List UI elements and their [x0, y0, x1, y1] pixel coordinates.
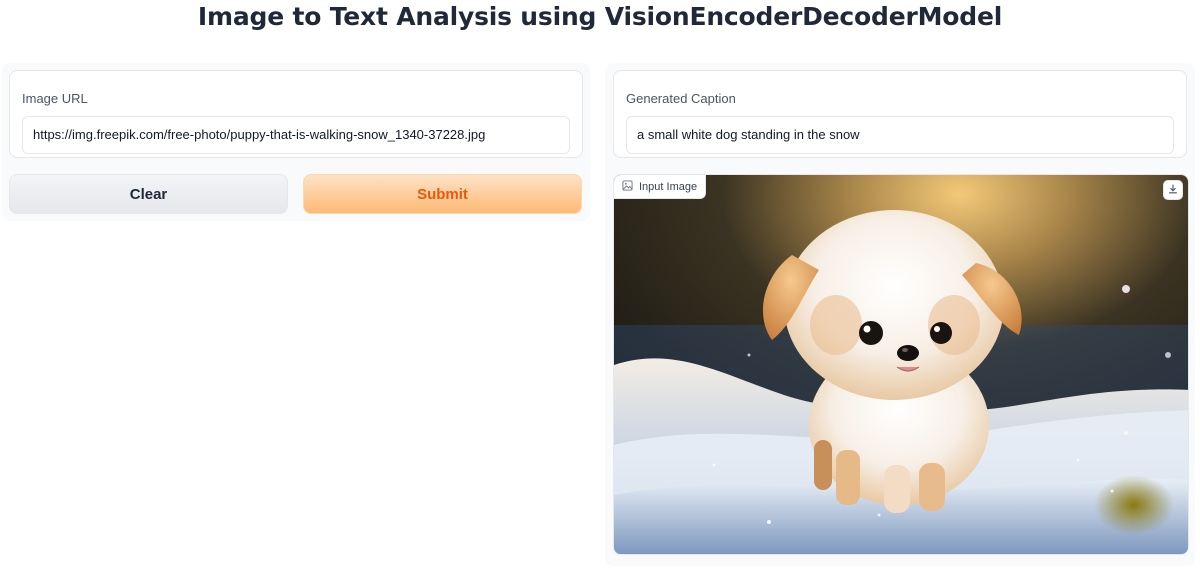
input-image-label: Input Image: [639, 180, 698, 193]
input-image-badge: Input Image: [614, 175, 707, 199]
download-button[interactable]: [1164, 181, 1182, 199]
input-image-viewer: Input Image: [613, 174, 1189, 555]
output-panel: Generated Caption a small white dog stan…: [605, 63, 1195, 566]
generated-caption-label: Generated Caption: [626, 91, 736, 106]
input-panel: Image URL https://img.freepik.com/free-p…: [2, 63, 590, 221]
image-url-block: Image URL https://img.freepik.com/free-p…: [9, 70, 583, 158]
generated-caption-output[interactable]: a small white dog standing in the snow: [626, 116, 1174, 154]
generated-caption-block: Generated Caption a small white dog stan…: [613, 70, 1187, 158]
image-icon: [622, 179, 633, 194]
image-url-input[interactable]: https://img.freepik.com/free-photo/puppy…: [22, 116, 570, 154]
puppy-photo: [614, 175, 1188, 554]
download-icon: [1168, 181, 1178, 199]
clear-button[interactable]: Clear: [9, 174, 288, 214]
image-url-label: Image URL: [22, 91, 88, 106]
submit-button[interactable]: Submit: [303, 174, 582, 214]
page-title: Image to Text Analysis using VisionEncod…: [197, 2, 1003, 31]
